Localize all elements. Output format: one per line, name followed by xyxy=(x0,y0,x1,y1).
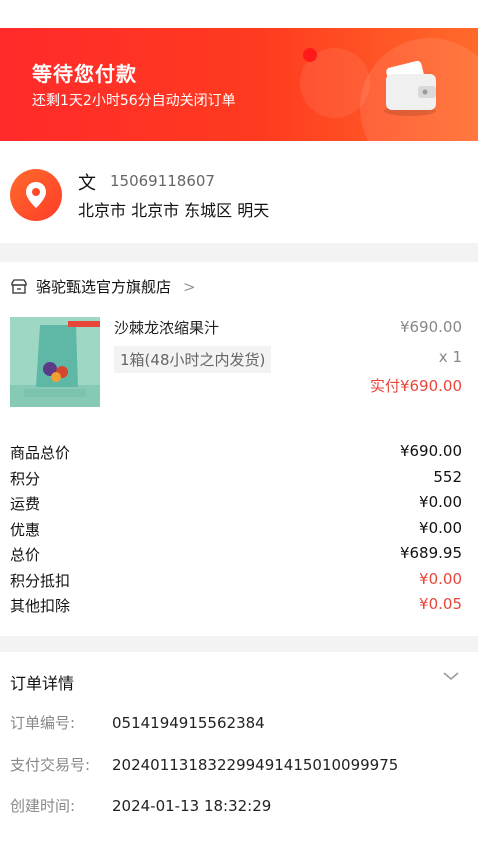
banner-title: 等待您付款 xyxy=(32,62,137,86)
summary-row: 运费 ¥0.00 xyxy=(10,493,462,519)
created-time-label: 创建时间: xyxy=(10,797,76,815)
summary-row: 优惠 ¥0.00 xyxy=(10,519,462,545)
store-icon xyxy=(11,278,27,294)
shipping-address-card[interactable]: 文 15069118607 北京市 北京市 东城区 明天 xyxy=(0,141,478,243)
product-name[interactable]: 沙棘龙浓缩果汁 xyxy=(114,317,219,338)
order-number-row: 订单编号: 0514194915562384 xyxy=(10,712,265,733)
chevron-right-icon: > xyxy=(183,277,196,296)
summary-row: 商品总价 ¥690.00 xyxy=(10,442,462,468)
price-summary: 商品总价 ¥690.00 积分 552 运费 ¥0.00 优惠 ¥0.00 总价… xyxy=(10,442,462,621)
summary-value: 552 xyxy=(433,467,462,486)
order-number-label: 订单编号: xyxy=(10,714,76,732)
recipient-name: 文 xyxy=(78,173,96,194)
order-goods-card: 骆驼甄选官方旗舰店 > 沙棘龙浓缩果汁 ¥690.00 1箱(48小时之内发货)… xyxy=(0,262,478,636)
recipient-phone: 15069118607 xyxy=(110,172,215,190)
order-detail-section: 订单详情 订单编号: 0514194915562384 支付交易号: 2024011… xyxy=(0,652,478,850)
summary-row: 积分 552 xyxy=(10,468,462,494)
location-pin-icon xyxy=(10,169,62,221)
summary-value: ¥0.05 xyxy=(419,595,462,613)
created-time-value: 2024-01-13 18:32:29 xyxy=(112,797,272,815)
summary-row: 其他扣除 ¥0.05 xyxy=(10,595,462,621)
payment-status-banner: 等待您付款 还剩1天2小时56分自动关闭订单 xyxy=(0,28,478,141)
summary-label: 总价 xyxy=(10,546,41,564)
status-bar-area xyxy=(0,0,478,28)
trade-number-row: 支付交易号: 202401131832299491415010099975 xyxy=(10,754,398,775)
store-link[interactable]: 骆驼甄选官方旗舰店 > xyxy=(10,276,196,297)
summary-label: 商品总价 xyxy=(10,444,71,462)
product-thumbnail[interactable] xyxy=(10,317,100,407)
address-line: 北京市 北京市 东城区 明天 xyxy=(78,201,270,220)
banner-dot xyxy=(303,48,317,62)
chevron-down-icon[interactable] xyxy=(442,670,460,682)
summary-value: ¥690.00 xyxy=(399,442,462,460)
summary-row: 总价 ¥689.95 xyxy=(10,544,462,570)
summary-value: ¥0.00 xyxy=(419,493,462,511)
product-paid-amount: 实付¥690.00 xyxy=(369,377,462,395)
summary-label: 积分 xyxy=(10,469,41,488)
summary-value: ¥0.00 xyxy=(419,518,462,537)
summary-label: 其他扣除 xyxy=(10,597,71,615)
order-detail-title[interactable]: 订单详情 xyxy=(10,670,74,694)
summary-label: 积分抵扣 xyxy=(10,571,71,590)
product-price: ¥690.00 xyxy=(399,318,462,336)
banner-subtitle: 还剩1天2小时56分自动关闭订单 xyxy=(32,93,236,109)
trade-number-value[interactable]: 202401131832299491415010099975 xyxy=(112,756,398,774)
product-quantity: x 1 xyxy=(438,348,462,366)
wallet-icon xyxy=(384,60,436,116)
summary-row: 积分抵扣 ¥0.00 xyxy=(10,570,462,596)
summary-value: ¥689.95 xyxy=(399,544,462,562)
product-spec: 1箱(48小时之内发货) xyxy=(114,346,272,373)
trade-number-label: 支付交易号: xyxy=(10,756,91,774)
summary-label: 优惠 xyxy=(10,520,41,539)
created-time-row: 创建时间: 2024-01-13 18:32:29 xyxy=(10,795,271,816)
summary-value: ¥0.00 xyxy=(419,569,462,588)
order-number-value[interactable]: 0514194915562384 xyxy=(112,714,265,732)
summary-label: 运费 xyxy=(10,495,41,513)
store-name: 骆驼甄选官方旗舰店 xyxy=(36,278,172,296)
